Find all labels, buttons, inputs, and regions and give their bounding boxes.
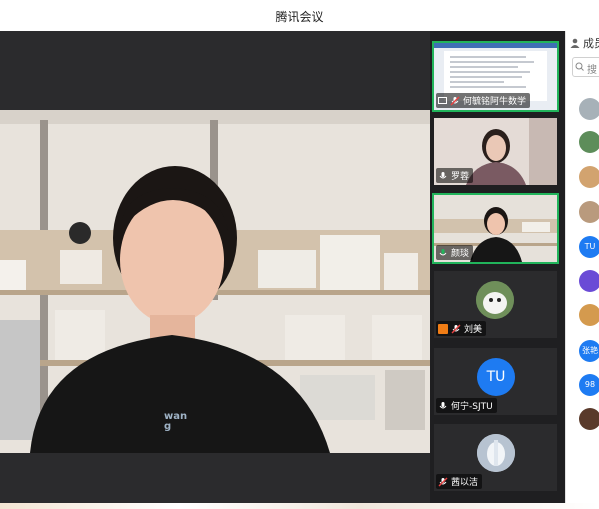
avatar: TU [477,358,515,396]
shirt-logo: wang [164,411,188,432]
speaker-video: wang [0,110,430,453]
participant-name: 颜琰 [451,249,470,259]
mic-muted-icon [450,96,460,105]
clock-icon [69,222,91,244]
window-title: 腾讯会议 [275,10,324,24]
members-panel: 成员 搜 TU 张艳 98 [565,31,599,507]
member-avatar[interactable]: 98 [579,374,599,396]
members-title: 成员 [583,37,599,50]
xray-avatar-image [477,434,515,472]
member-avatar[interactable]: TU [579,236,599,258]
participant-tile[interactable]: 罗蓉 [434,118,557,185]
participant-tile[interactable]: 颜琰 [432,193,559,264]
tile-caption: 何宁-SJTU [436,398,497,413]
member-avatar[interactable] [579,201,599,223]
avatar [476,281,514,319]
mic-icon [439,401,447,408]
members-search-input[interactable]: 搜 [572,57,599,77]
screen-share-icon [438,97,447,104]
tile-caption: 茜以洁 [436,474,483,489]
title-bar: 腾讯会议 [0,0,599,32]
participant-strip[interactable]: 何毓铭阿牛数学 罗蓉 颜琰 刘美 TU 何宁-SJTU 茜以洁 [430,31,565,507]
dog-avatar-image [476,281,514,319]
avatar [477,434,515,472]
mic-muted-icon [451,324,461,333]
tile-caption: 颜琰 [436,245,474,260]
member-avatar[interactable] [579,166,599,188]
members-header: 成员 [570,35,599,51]
member-avatar[interactable] [579,270,599,292]
tile-caption: 刘美 [436,321,487,336]
mic-active-icon [439,248,447,255]
tile-caption: 何毓铭阿牛数学 [436,93,531,108]
search-icon [575,62,584,71]
search-placeholder: 搜 [587,65,597,76]
member-avatar[interactable] [579,304,599,326]
member-avatar[interactable]: 张艳 [579,340,599,362]
main-video-area[interactable]: wang [0,31,430,507]
member-avatar[interactable] [579,98,599,120]
member-avatar[interactable] [579,408,599,430]
mic-icon [439,171,447,178]
participant-name: 刘美 [464,325,483,335]
background-edge [0,503,599,509]
participant-tile[interactable]: 茜以洁 [434,424,557,491]
participant-name: 罗蓉 [451,172,470,182]
mic-muted-icon [438,477,448,486]
participant-name: 茜以洁 [451,478,479,488]
member-avatar[interactable] [579,131,599,153]
participant-tile[interactable]: 刘美 [434,271,557,338]
person-icon [570,38,580,48]
user-icon [438,323,448,334]
participant-name: 何毓铭阿牛数学 [463,97,527,107]
tile-caption: 罗蓉 [436,168,474,183]
participant-name: 何宁-SJTU [451,402,493,412]
participant-tile[interactable]: 何毓铭阿牛数学 [432,41,559,112]
participant-tile[interactable]: TU 何宁-SJTU [434,348,557,415]
speaker-scene [0,110,430,453]
